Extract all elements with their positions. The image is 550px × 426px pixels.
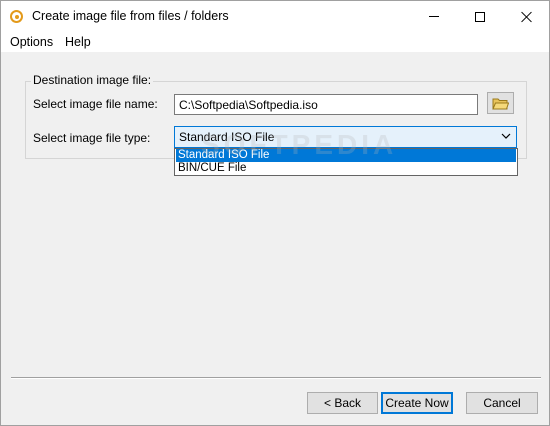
dialog-window: Create image file from files / folders O… [0,0,550,426]
menu-help[interactable]: Help [65,35,91,49]
dropdown-option-bincue[interactable]: BIN/CUE File [176,162,516,175]
image-file-type-value: Standard ISO File [179,130,275,144]
window-title: Create image file from files / folders [32,9,229,23]
close-icon [520,11,532,23]
chevron-down-icon [501,133,511,139]
image-file-name-label: Select image file name: [33,97,158,111]
image-file-type-select[interactable]: Standard ISO File [174,126,517,148]
maximize-icon [475,11,485,22]
browse-button[interactable] [487,92,514,114]
minimize-icon [429,16,439,17]
image-file-type-label: Select image file type: [33,131,151,145]
folder-icon [492,98,509,109]
dropdown-option-iso[interactable]: Standard ISO File [176,149,516,162]
create-now-button[interactable]: Create Now [381,392,453,414]
image-file-name-input[interactable]: C:\Softpedia\Softpedia.iso [174,94,478,115]
back-button[interactable]: < Back [307,392,378,414]
image-file-type-dropdown: Standard ISO File BIN/CUE File [174,148,518,176]
maximize-button[interactable] [457,1,503,32]
cancel-button[interactable]: Cancel [466,392,538,414]
menu-options[interactable]: Options [10,35,53,49]
destination-group-label: Destination image file: [31,73,154,87]
footer-separator [11,377,541,379]
title-bar[interactable]: Create image file from files / folders [1,1,549,32]
disc-icon [10,10,23,23]
menu-bar: Options Help [1,32,549,52]
minimize-button[interactable] [411,1,457,32]
close-button[interactable] [503,1,549,32]
